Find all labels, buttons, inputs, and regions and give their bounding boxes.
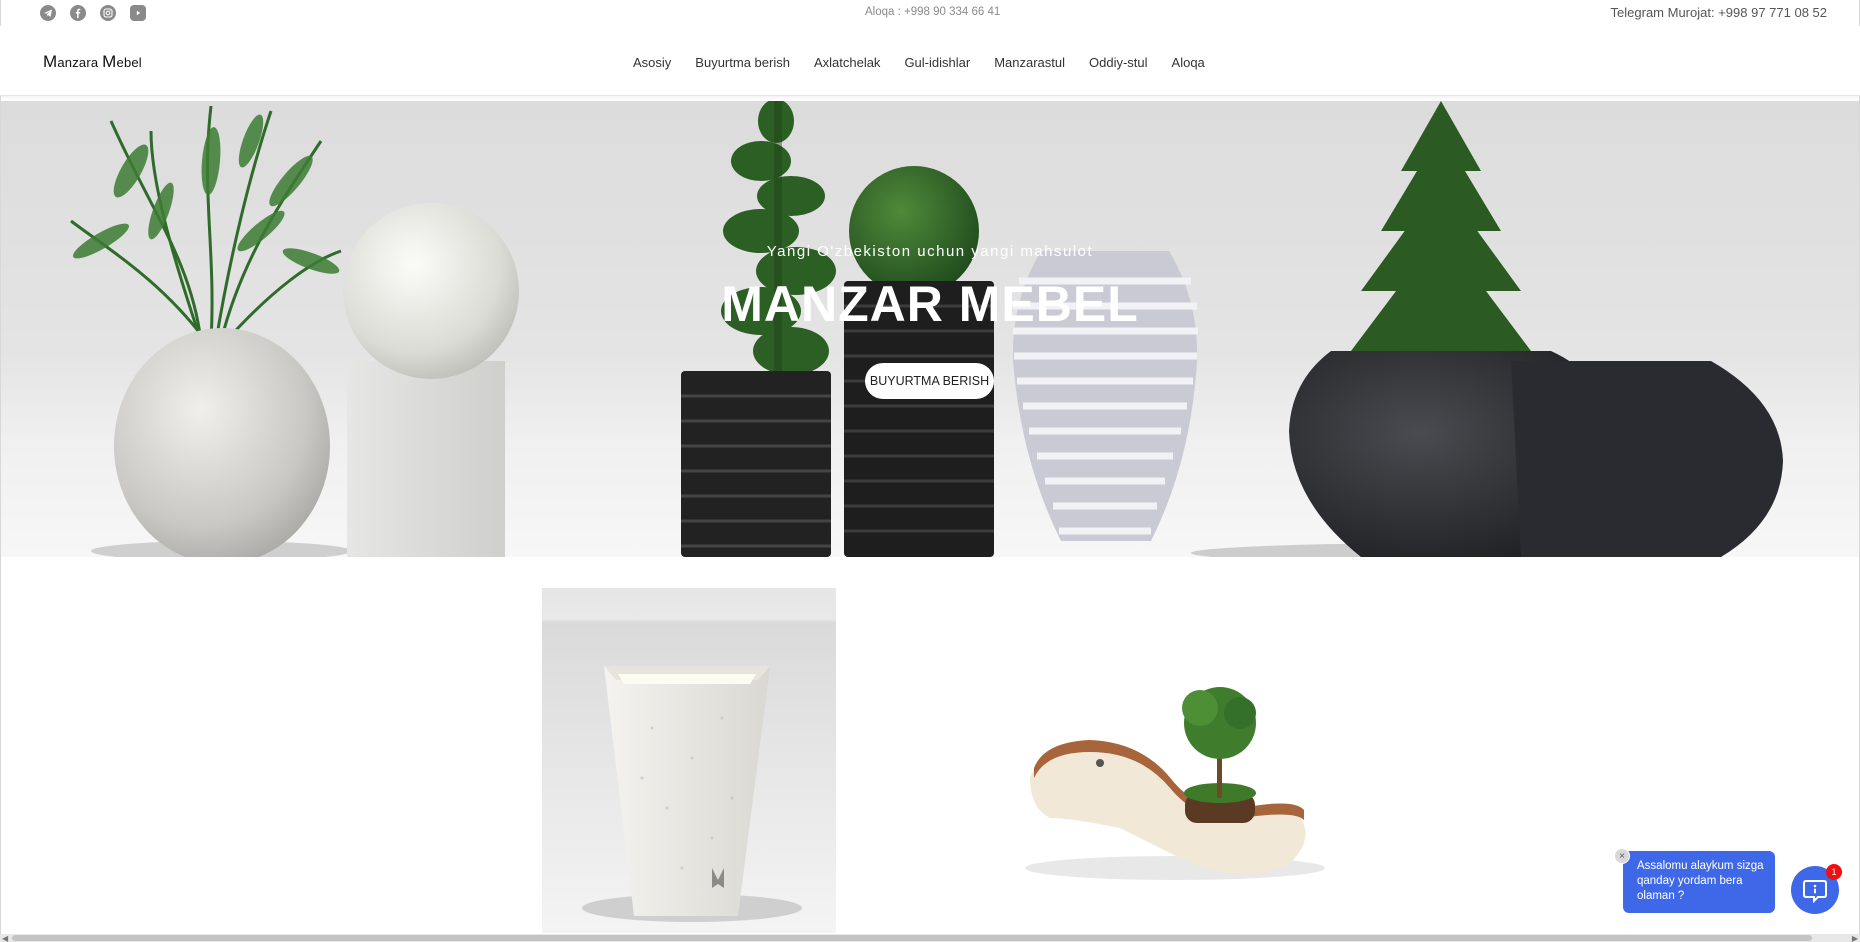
chat-greeting-bubble[interactable]: Assalomu alaykum sizga qanday yordam ber…	[1623, 851, 1775, 913]
chat-close-icon[interactable]: ×	[1614, 848, 1630, 864]
product-image-bench[interactable]	[1010, 668, 1340, 898]
main-nav: Asosiy Buyurtma berish Axlatchelak Gul-i…	[633, 55, 1205, 70]
scrollbar-thumb[interactable]	[12, 935, 1812, 941]
nav-item-asosiy[interactable]: Asosiy	[633, 55, 671, 70]
site-logo[interactable]: Manzara Mebel	[43, 52, 142, 72]
nav-item-buyurtma-berish[interactable]: Buyurtma berish	[695, 55, 790, 70]
chat-icon	[1803, 880, 1827, 903]
scroll-left-arrow-icon[interactable]: ◀	[2, 934, 8, 942]
logo-first-initial: M	[43, 52, 58, 71]
telegram-icon[interactable]	[40, 5, 56, 21]
hero-title: MANZAR MEBEL	[721, 276, 1139, 332]
contact-phone: Aloqa : +998 90 334 66 41	[865, 6, 1001, 18]
logo-first-rest: anzara	[57, 55, 103, 70]
horizontal-scrollbar[interactable]: ◀ ▶	[0, 934, 1860, 942]
chat-notification-badge: 1	[1826, 864, 1842, 880]
bench-illustration	[1025, 687, 1325, 880]
logo-second-rest: ebel	[116, 55, 142, 70]
order-button[interactable]: BUYURTMA BERISH	[865, 363, 994, 399]
product-image-trash-bin[interactable]	[542, 588, 836, 933]
top-bar: Aloqa : +998 90 334 66 41 Telegram Muroj…	[0, 0, 1860, 26]
hero-banner: Yangi O'zbekiston uchun yangi mahsulot M…	[1, 101, 1859, 557]
nav-item-aloqa[interactable]: Aloqa	[1172, 55, 1205, 70]
facebook-icon[interactable]	[70, 5, 86, 21]
logo-second-initial: M	[102, 52, 117, 71]
telegram-contact: Telegram Murojat: +998 97 771 08 52	[1610, 5, 1827, 20]
site-header: Manzara Mebel Asosiy Buyurtma berish Axl…	[0, 26, 1860, 96]
youtube-icon[interactable]	[130, 5, 146, 21]
instagram-icon[interactable]	[100, 5, 116, 21]
nav-item-oddiy-stul[interactable]: Oddiy-stul	[1089, 55, 1148, 70]
social-links	[40, 5, 146, 21]
hero-subtitle: Yangi O'zbekiston uchun yangi mahsulot	[766, 243, 1094, 260]
trash-bin-illustration	[582, 666, 802, 922]
nav-item-axlatchelak[interactable]: Axlatchelak	[814, 55, 880, 70]
nav-item-gul-idishlar[interactable]: Gul-idishlar	[904, 55, 970, 70]
nav-item-manzarastul[interactable]: Manzarastul	[994, 55, 1065, 70]
scroll-right-arrow-icon[interactable]: ▶	[1852, 934, 1858, 942]
